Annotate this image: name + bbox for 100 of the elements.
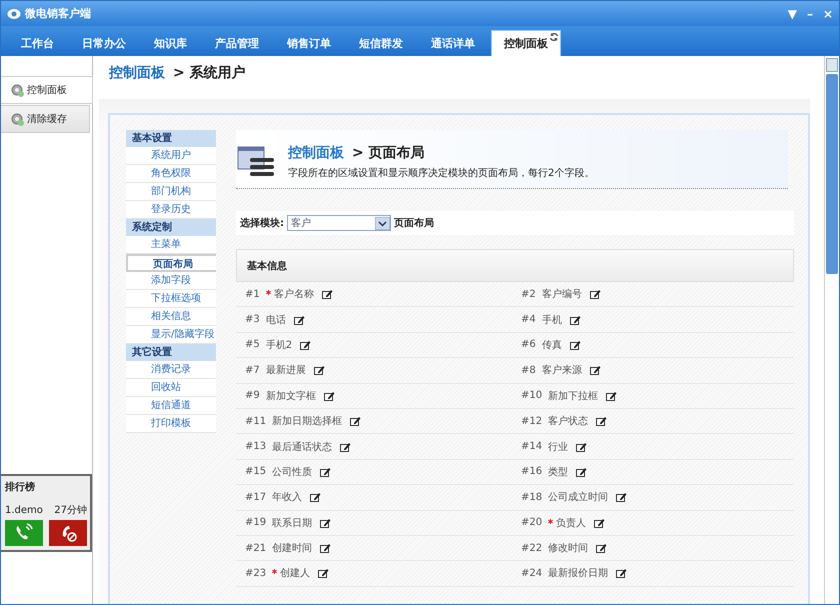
tab[interactable]: 控制面板 — [491, 30, 561, 56]
field-number: #5 — [245, 339, 260, 350]
sidebar-item[interactable]: 清除缓存 — [1, 105, 90, 133]
edit-icon[interactable] — [590, 289, 601, 300]
nav-item[interactable]: 系统用户 — [126, 147, 216, 165]
field-number: #14 — [521, 441, 542, 452]
field-label: 客户来源 — [542, 364, 582, 378]
field-label: 类型 — [548, 466, 568, 479]
nav-item[interactable]: 页面布局 — [126, 254, 216, 272]
nav-item[interactable]: 主菜单 — [126, 236, 216, 254]
breadcrumb-current: > 系统用户 — [173, 64, 246, 83]
module-label: 选择模块: — [240, 216, 284, 230]
field-number: #13 — [245, 441, 266, 452]
field-label: 客户编号 — [542, 288, 582, 302]
edit-icon[interactable] — [594, 518, 606, 528]
tab[interactable]: 工作台 — [9, 30, 66, 56]
edit-icon[interactable] — [320, 518, 332, 528]
field-number: #4 — [521, 314, 536, 326]
nav-group-heading: 系统定制 — [126, 219, 216, 236]
asterisk-icon — [548, 518, 554, 524]
edit-icon[interactable] — [294, 314, 305, 325]
ranking-title: 排行榜 — [5, 480, 36, 495]
edit-icon[interactable] — [570, 314, 581, 325]
edit-icon[interactable] — [322, 289, 333, 300]
module-suffix: 页面布局 — [394, 216, 434, 230]
field-label: 客户状态 — [548, 414, 588, 428]
asterisk-icon — [272, 569, 278, 574]
window-control[interactable]: ▼ — [788, 6, 797, 20]
tab[interactable]: 短信群发 — [347, 30, 415, 56]
window-title: 微电销客户端 — [25, 6, 91, 21]
edit-icon[interactable] — [324, 390, 335, 401]
section-title: 基本信息 — [247, 260, 287, 272]
app-logo-icon — [7, 8, 21, 20]
field-number: #7 — [245, 364, 260, 376]
field-label: 联系日期 — [272, 516, 312, 530]
tab[interactable]: 销售订单 — [275, 30, 343, 56]
hang-up-button[interactable] — [49, 520, 87, 546]
edit-icon[interactable] — [616, 492, 628, 502]
field-number: #16 — [521, 466, 542, 478]
tab[interactable]: 通话详单 — [419, 30, 487, 56]
nav-item[interactable]: 相关信息 — [126, 308, 216, 326]
edit-icon[interactable] — [300, 340, 312, 350]
nav-item[interactable]: 显示/隐藏字段 — [126, 326, 216, 344]
answer-call-button[interactable] — [5, 520, 43, 546]
field-number: #15 — [245, 466, 266, 478]
tab[interactable]: 日常办公 — [70, 30, 138, 56]
edit-icon[interactable] — [606, 390, 618, 401]
field-label: 手机 — [542, 314, 562, 327]
field-number: #8 — [521, 364, 536, 376]
field-number: #10 — [521, 390, 542, 402]
field-number: #21 — [245, 542, 266, 554]
field-number: #24 — [521, 568, 542, 579]
edit-icon[interactable] — [590, 365, 601, 376]
nav-item[interactable]: 添加字段 — [126, 272, 216, 290]
nav-item[interactable]: 角色权限 — [126, 165, 216, 183]
edit-icon[interactable] — [320, 466, 332, 477]
module-dropdown[interactable]: 客户 — [287, 215, 391, 231]
page-title-link[interactable]: 控制面板 — [288, 144, 344, 162]
field-label: 修改时间 — [548, 542, 588, 556]
edit-icon[interactable] — [340, 442, 352, 452]
field-label: 最新进展 — [266, 364, 306, 378]
edit-icon[interactable] — [576, 466, 588, 477]
asterisk-icon — [266, 290, 271, 295]
nav-item[interactable]: 消费记录 — [126, 361, 216, 379]
edit-icon[interactable] — [320, 543, 332, 554]
user-name: 1.demo — [5, 504, 43, 516]
field-label: 手机2 — [266, 338, 292, 352]
nav-item[interactable]: 下拉框选项 — [126, 290, 216, 308]
nav-item[interactable]: 打印模板 — [126, 415, 216, 433]
page-description: 字段所在的区域设置和显示顺序决定模块的页面布局，每行2个字段。 — [288, 166, 594, 180]
field-number: #12 — [521, 416, 542, 427]
sidebar-item[interactable]: 控制面板 — [1, 76, 93, 104]
nav-item[interactable]: 短信通道 — [126, 397, 216, 415]
edit-icon[interactable] — [310, 492, 322, 502]
edit-icon[interactable] — [616, 568, 628, 578]
edit-icon[interactable] — [576, 442, 588, 452]
call-duration: 27分钟 — [54, 504, 87, 517]
field-label: 新加文字框 — [266, 390, 316, 403]
nav-item[interactable]: 登录历史 — [126, 201, 216, 219]
page-title: > 页面布局 — [352, 144, 425, 162]
field-label: 创建人 — [280, 566, 310, 580]
edit-icon[interactable] — [318, 568, 330, 578]
scrollbar[interactable] — [824, 56, 839, 604]
nav-item[interactable]: 回收站 — [126, 379, 216, 397]
field-number: #9 — [245, 390, 260, 402]
field-label: 电话 — [266, 314, 286, 327]
edit-icon[interactable] — [570, 340, 581, 350]
window-control[interactable]: × — [822, 6, 833, 20]
edit-icon[interactable] — [596, 416, 608, 426]
tab[interactable]: 知识库 — [142, 30, 199, 56]
edit-icon[interactable] — [350, 416, 362, 426]
breadcrumb-link[interactable]: 控制面板 — [109, 64, 165, 94]
field-number: #17 — [245, 492, 266, 503]
field-label: 传真 — [542, 338, 562, 352]
edit-icon[interactable] — [596, 543, 608, 554]
field-number: #1 — [245, 288, 260, 300]
edit-icon[interactable] — [314, 365, 325, 376]
nav-item[interactable]: 部门机构 — [126, 183, 216, 201]
window-control[interactable]: – — [806, 6, 813, 20]
tab[interactable]: 产品管理 — [203, 30, 271, 56]
